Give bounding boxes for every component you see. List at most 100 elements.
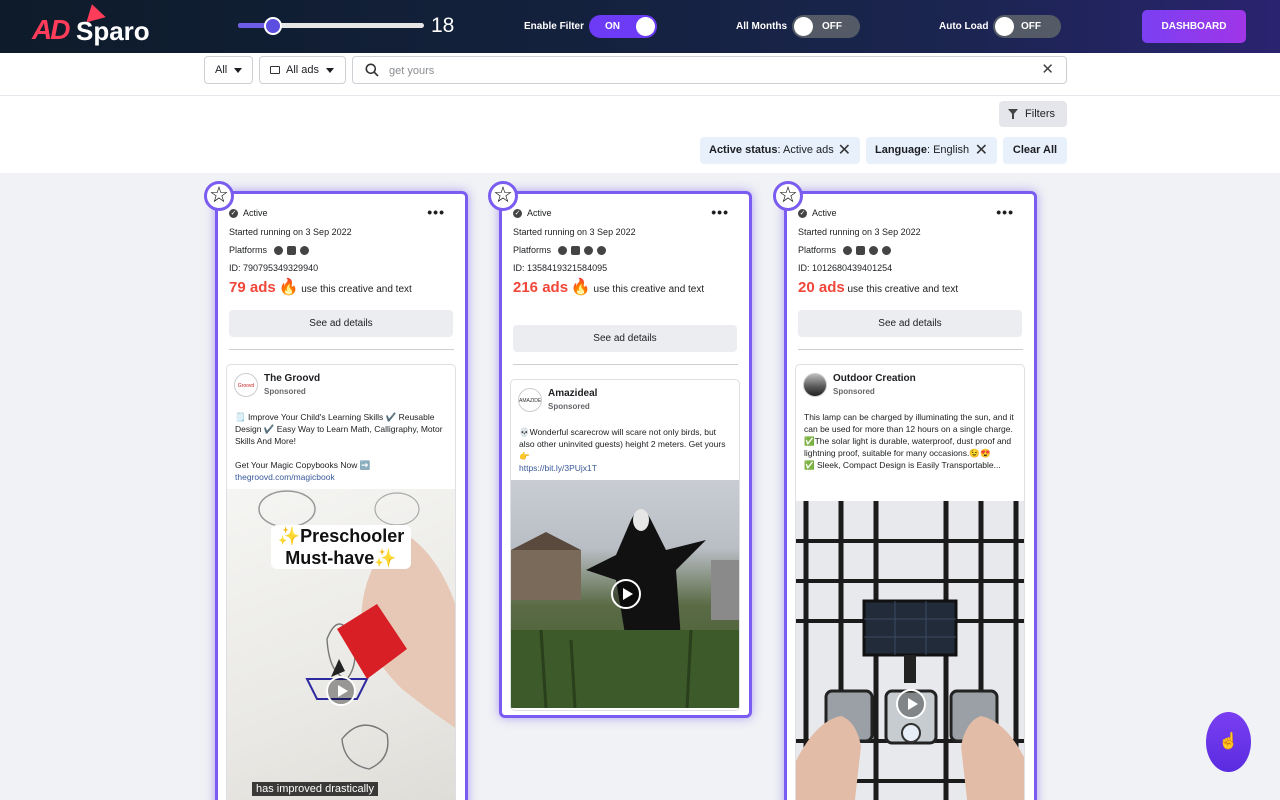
logo-name: Sparo — [76, 16, 150, 46]
platforms: Platforms — [513, 245, 606, 256]
floating-action-button[interactable]: ☝ — [1206, 712, 1251, 772]
advertiser-name[interactable]: The Groovd — [264, 373, 320, 384]
monitor-icon — [270, 66, 280, 75]
see-ad-details-button[interactable]: See ad details — [798, 310, 1022, 337]
sponsored-label: Sponsored — [548, 402, 590, 411]
auto-load-label: Auto Load — [939, 21, 989, 32]
see-ad-details-button[interactable]: See ad details — [229, 310, 453, 337]
logo[interactable]: AD Sparo — [30, 1, 160, 50]
divider — [513, 364, 738, 365]
chip-key: Active status — [709, 144, 778, 156]
search-input[interactable] — [389, 62, 1029, 79]
advertiser-name[interactable]: Outdoor Creation — [833, 373, 916, 384]
results-slider-value: 18 — [431, 14, 455, 37]
filters-button-label: Filters — [1025, 108, 1055, 120]
status-text: Active — [527, 208, 552, 218]
status-text: Active — [243, 208, 268, 218]
ad-video[interactable]: ✨Preschooler Must-have✨ has improved dra… — [227, 489, 455, 800]
instagram-icon — [855, 246, 865, 256]
favorite-star-icon[interactable]: ☆ — [488, 181, 518, 211]
remove-chip-icon[interactable]: ✕ — [975, 137, 988, 164]
started-date: Started running on 3 Sep 2022 — [798, 227, 921, 237]
check-circle-icon: ✓ — [798, 209, 807, 219]
divider — [798, 349, 1023, 350]
advertiser-name[interactable]: Amazideal — [548, 388, 597, 399]
results-slider-thumb[interactable] — [264, 17, 282, 35]
messenger-icon — [299, 246, 309, 256]
ad-video[interactable] — [511, 480, 739, 708]
auto-load-toggle[interactable]: OFF — [993, 15, 1061, 38]
platforms-label: Platforms — [513, 245, 552, 255]
status-text: Active — [812, 208, 837, 218]
toggle-knob — [636, 17, 655, 36]
clear-all-button[interactable]: Clear All — [1003, 137, 1067, 164]
avatar: Groovd — [234, 373, 258, 397]
filters-button[interactable]: Filters — [999, 101, 1067, 127]
more-options-icon[interactable]: ••• — [996, 204, 1014, 220]
country-select-value: All — [215, 64, 228, 76]
instagram-icon — [286, 246, 296, 256]
dashboard-button[interactable]: DASHBOARD — [1142, 10, 1246, 43]
ad-preview: Outdoor Creation Sponsored This lamp can… — [795, 364, 1025, 800]
chevron-down-icon — [326, 67, 335, 73]
ads-count: 79 ads 🔥 use this creative and text — [229, 279, 454, 299]
chevron-down-icon — [234, 67, 243, 73]
ad-body: 🗒️ Improve Your Child's Learning Skills … — [235, 412, 443, 470]
ads-count-number: 20 ads — [798, 279, 845, 296]
video-frame — [796, 501, 1024, 800]
toggle-knob — [794, 17, 813, 36]
ads-count: 216 ads 🔥 use this creative and text — [513, 279, 713, 299]
ad-preview: Groovd The Groovd Sponsored 🗒️ Improve Y… — [226, 364, 456, 800]
started-date: Started running on 3 Sep 2022 — [513, 227, 636, 237]
chip-value: : English — [926, 144, 970, 156]
play-icon[interactable] — [896, 689, 926, 719]
chip-key: Language — [875, 144, 927, 156]
favorite-star-icon[interactable]: ☆ — [204, 181, 234, 211]
facebook-icon — [842, 246, 852, 256]
divider — [229, 349, 454, 350]
status: ✓ Active — [229, 208, 268, 219]
ad-id: ID: 1012680439401254 — [798, 263, 893, 273]
country-select[interactable]: All — [204, 56, 253, 84]
audience-network-icon — [868, 246, 878, 256]
avatar — [803, 373, 827, 397]
ads-count-suffix: use this creative and text — [847, 284, 959, 295]
search-icon — [365, 63, 379, 77]
see-ad-details-button[interactable]: See ad details — [513, 325, 737, 352]
ad-id: ID: 1358419321584095 — [513, 263, 608, 273]
sponsored-label: Sponsored — [833, 387, 875, 396]
facebook-icon — [273, 246, 283, 256]
video-caption: has improved drastically — [252, 782, 378, 796]
enable-filter-toggle[interactable]: ON — [589, 15, 657, 38]
check-circle-icon: ✓ — [513, 209, 522, 219]
logo-ad: AD — [32, 14, 70, 45]
play-icon[interactable] — [326, 676, 356, 706]
ad-body: This lamp can be charged by illuminating… — [804, 412, 1014, 470]
ad-link[interactable]: https://bit.ly/3PUjx1T — [519, 462, 597, 474]
ad-type-select-value: All ads — [286, 64, 320, 76]
search-box[interactable]: ✕ — [352, 56, 1067, 84]
clear-search-icon[interactable]: ✕ — [1041, 62, 1054, 77]
active-status-chip: Active status: Active ads ✕ — [700, 137, 860, 164]
all-months-toggle[interactable]: OFF — [792, 15, 860, 38]
more-options-icon[interactable]: ••• — [711, 204, 729, 220]
ad-video[interactable] — [796, 501, 1024, 800]
toggle-knob — [995, 17, 1014, 36]
ad-preview: AMAZIDEAL Amazideal Sponsored 💀Wonderful… — [510, 379, 740, 711]
video-overlay-title: ✨Preschooler Must-have✨ — [271, 525, 411, 569]
ads-count-number: 79 ads — [229, 279, 276, 296]
started-date: Started running on 3 Sep 2022 — [229, 227, 352, 237]
play-icon[interactable] — [611, 579, 641, 609]
ad-link[interactable]: thegroovd.com/magicbook — [235, 471, 335, 483]
status: ✓ Active — [513, 208, 552, 219]
instagram-icon — [570, 246, 580, 256]
platforms-label: Platforms — [798, 245, 837, 255]
audience-network-icon — [583, 246, 593, 256]
remove-chip-icon[interactable]: ✕ — [838, 137, 851, 164]
more-options-icon[interactable]: ••• — [427, 204, 445, 220]
favorite-star-icon[interactable]: ☆ — [773, 181, 803, 211]
ad-type-select[interactable]: All ads — [259, 56, 346, 84]
divider — [0, 95, 1280, 96]
check-circle-icon: ✓ — [229, 209, 238, 219]
toggle-state: ON — [605, 21, 620, 32]
